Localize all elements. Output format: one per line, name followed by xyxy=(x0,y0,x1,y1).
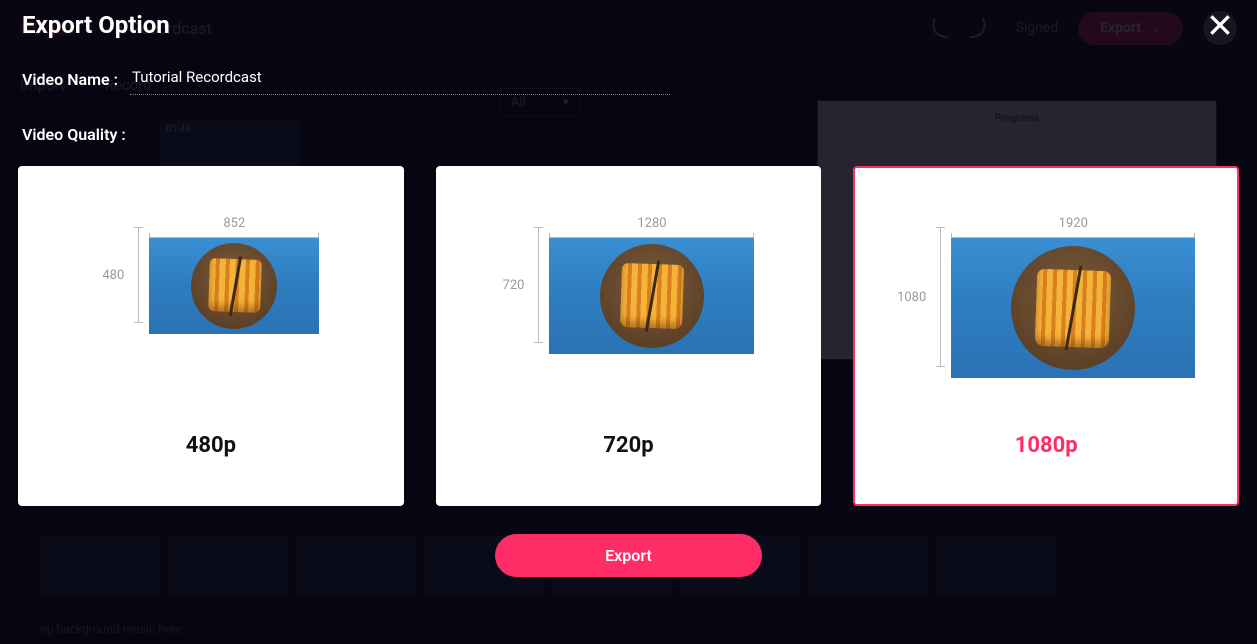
video-name-label: Video Name : xyxy=(22,70,118,89)
dimension-diagram: 480 852 xyxy=(102,216,319,334)
modal-title: Export Option xyxy=(22,11,170,39)
quality-option-720p[interactable]: 720 1280 720p xyxy=(436,166,822,506)
resolution-label: 720p xyxy=(438,433,820,458)
width-label: 1920 xyxy=(1059,216,1088,231)
quality-option-1080p[interactable]: 1080 1920 1080p xyxy=(853,166,1239,506)
preview-thumb xyxy=(149,238,319,334)
dimension-diagram: 1080 1920 xyxy=(897,216,1195,378)
close-button[interactable] xyxy=(1205,10,1235,40)
video-quality-label: Video Quality : xyxy=(0,95,1257,144)
height-label: 1080 xyxy=(897,290,926,305)
dimension-diagram: 720 1280 xyxy=(503,216,755,354)
quality-options: 480 852 480p 720 1280 xyxy=(0,144,1257,506)
preview-thumb xyxy=(549,238,754,354)
width-label: 852 xyxy=(223,216,245,231)
resolution-label: 1080p xyxy=(855,433,1237,458)
resolution-label: 480p xyxy=(20,433,402,458)
export-button[interactable]: Export xyxy=(495,534,762,577)
close-icon xyxy=(1207,12,1233,38)
width-label: 1280 xyxy=(637,216,666,231)
height-label: 480 xyxy=(102,268,124,283)
height-label: 720 xyxy=(503,278,525,293)
export-options-modal: Export Option Video Name : Video Quality… xyxy=(0,0,1257,644)
preview-thumb xyxy=(951,238,1195,378)
video-name-input[interactable] xyxy=(130,64,670,95)
quality-option-480p[interactable]: 480 852 480p xyxy=(18,166,404,506)
